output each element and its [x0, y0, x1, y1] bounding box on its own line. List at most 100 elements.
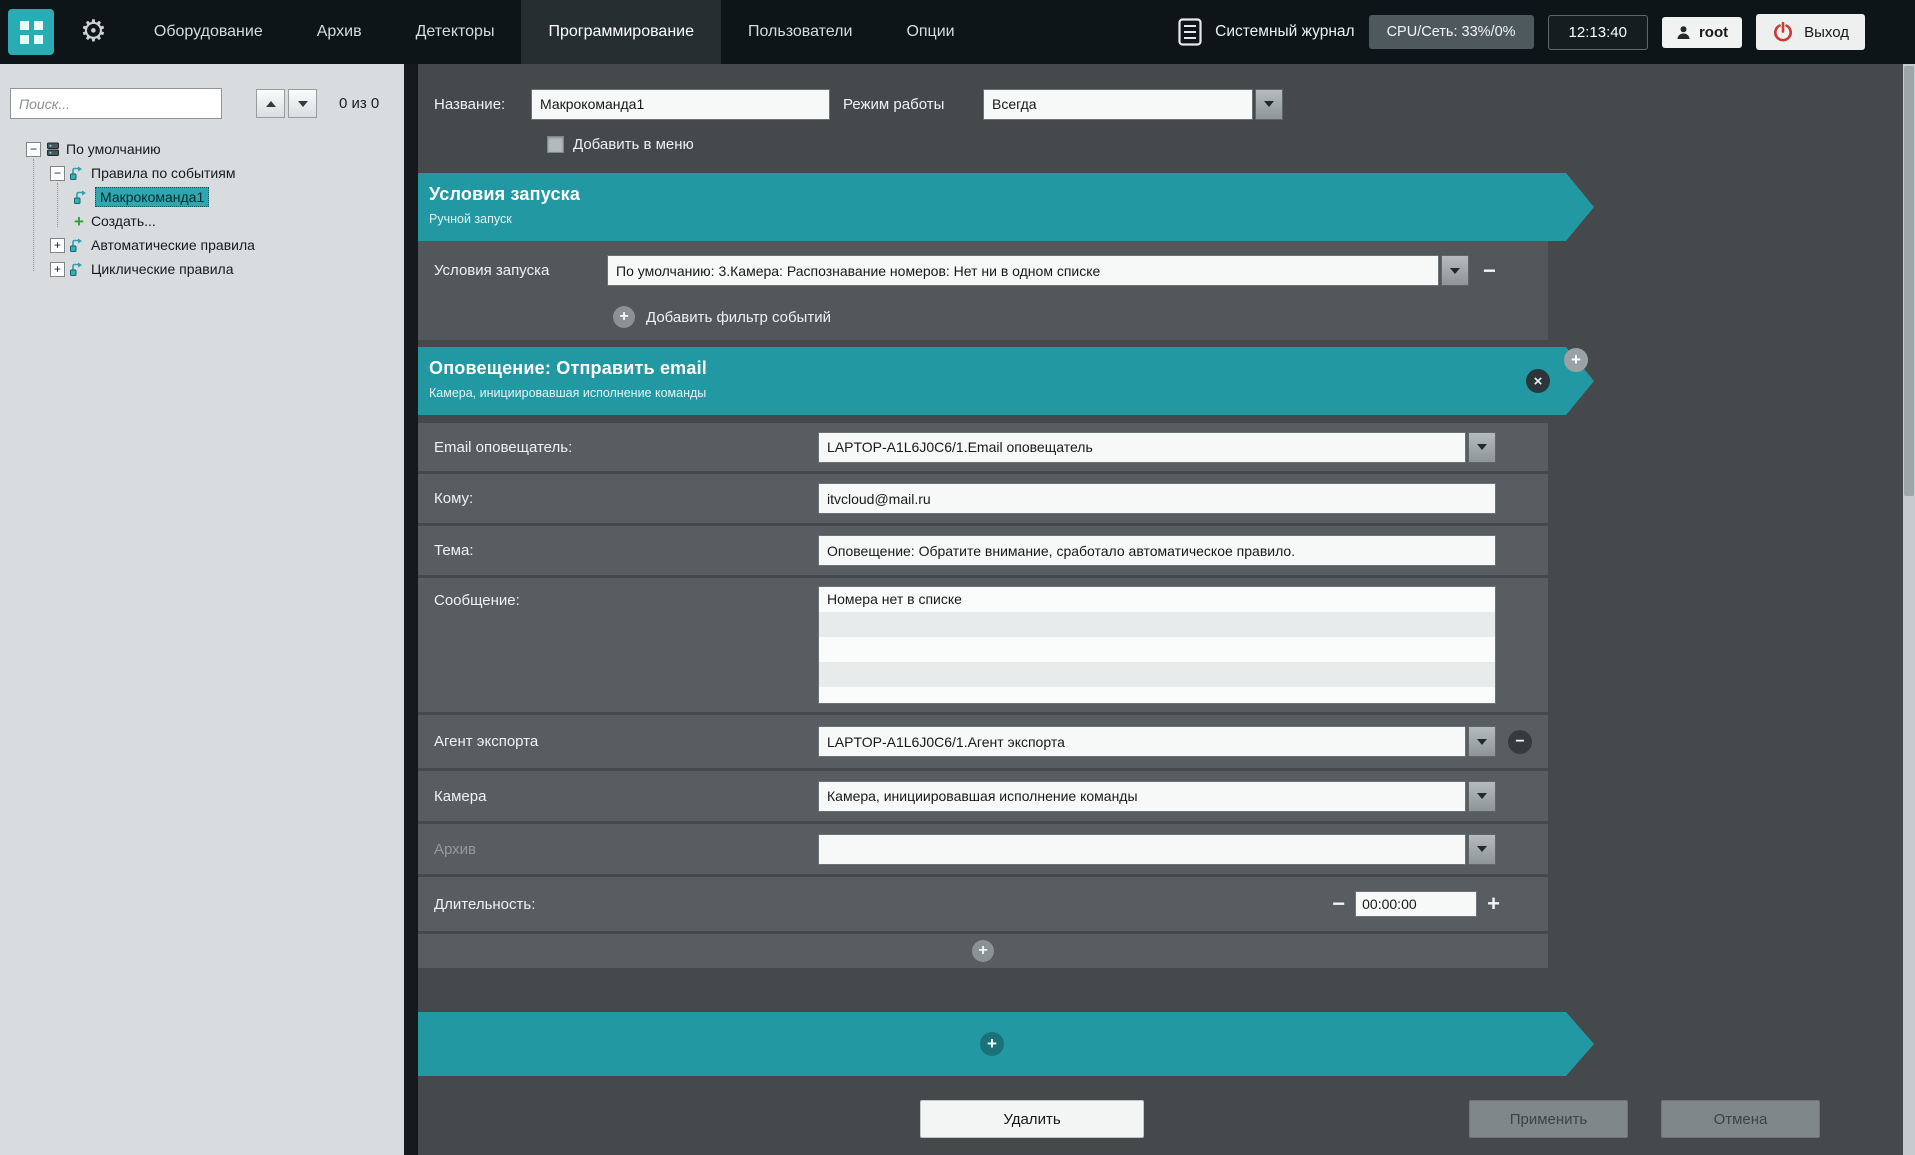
- logout-button[interactable]: Выход: [1756, 14, 1865, 50]
- chevron-down-icon: [1450, 268, 1460, 274]
- user-icon: [1676, 25, 1691, 40]
- macro-name-input[interactable]: [531, 89, 830, 120]
- export-agent-row: Агент экспорта LAPTOP-A1L6J0C6/1.Агент э…: [418, 715, 1548, 768]
- email-notifier-value[interactable]: LAPTOP-A1L6J0C6/1.Email оповещатель: [818, 432, 1466, 463]
- menu-item-programming[interactable]: Программирование: [521, 0, 721, 64]
- name-row: Название: Режим работы Всегда: [434, 88, 1903, 120]
- tree-item-label: По умолчанию: [66, 141, 161, 157]
- tree-item-label-selected: Макрокоманда1: [95, 187, 209, 207]
- tree-item-auto-rules[interactable]: + Автоматические правила: [0, 233, 404, 257]
- power-icon: [1772, 21, 1794, 43]
- menu-item-archive[interactable]: Архив: [290, 0, 389, 64]
- tree-item-create[interactable]: + Создать...: [0, 209, 404, 233]
- subject-input[interactable]: [818, 535, 1496, 566]
- mode-value[interactable]: Всегда: [983, 89, 1253, 120]
- chevron-down-icon: [298, 101, 308, 107]
- remove-export-agent-button[interactable]: −: [1508, 730, 1532, 754]
- cpu-net-indicator: CPU/Сеть: 33%/0%: [1369, 15, 1534, 49]
- duration-input[interactable]: [1355, 891, 1477, 917]
- scrollbar-thumb[interactable]: [1904, 66, 1914, 496]
- rule-icon: [70, 238, 85, 252]
- email-notifier-row: Email оповещатель: LAPTOP-A1L6J0C6/1.Ema…: [418, 423, 1548, 471]
- camera-dropdown[interactable]: Камера, инициировавшая исполнение команд…: [818, 781, 1496, 812]
- expand-icon[interactable]: +: [50, 262, 65, 277]
- add-to-menu-checkbox[interactable]: [547, 136, 564, 153]
- search-prev-button[interactable]: [256, 89, 285, 118]
- export-agent-dropdown[interactable]: LAPTOP-A1L6J0C6/1.Агент экспорта: [818, 726, 1496, 757]
- add-icon: +: [74, 213, 84, 230]
- user-badge[interactable]: root: [1662, 17, 1742, 48]
- condition-dropdown[interactable]: По умолчанию: 3.Камера: Распознавание но…: [607, 255, 1469, 286]
- duration-decrease-button[interactable]: −: [1332, 893, 1345, 915]
- chevron-down-icon: [1477, 846, 1487, 852]
- condition-value[interactable]: По умолчанию: 3.Камера: Распознавание но…: [607, 255, 1439, 286]
- top-bar: ⚙ Оборудование Архив Детекторы Программи…: [0, 0, 1915, 64]
- tree-item-server-default[interactable]: − По умолчанию: [0, 137, 404, 161]
- chevron-down-icon: [1264, 101, 1274, 107]
- delete-button[interactable]: Удалить: [920, 1100, 1144, 1138]
- search-nav: [256, 89, 317, 118]
- tree-item-macro1[interactable]: Макрокоманда1: [0, 185, 404, 209]
- apps-grid-icon[interactable]: [8, 9, 54, 55]
- start-conditions-panel: Условия запуска По умолчанию: 3.Камера: …: [418, 241, 1548, 340]
- expand-icon[interactable]: +: [50, 238, 65, 253]
- dropdown-button[interactable]: [1468, 432, 1496, 463]
- add-action-button[interactable]: +: [1564, 348, 1588, 372]
- rule-icon: [70, 262, 85, 276]
- archive-value[interactable]: [818, 834, 1466, 865]
- dropdown-button[interactable]: [1441, 255, 1469, 286]
- cancel-button[interactable]: Отмена: [1661, 1100, 1820, 1138]
- search-input[interactable]: [10, 88, 222, 119]
- search-next-button[interactable]: [288, 89, 317, 118]
- action-banner-wrap: Оповещение: Отправить email Камера, иниц…: [418, 347, 1618, 415]
- gear-icon[interactable]: ⚙: [80, 17, 107, 47]
- add-parameter-row: +: [418, 934, 1548, 968]
- name-label: Название:: [434, 96, 531, 113]
- menu-item-detectors[interactable]: Детекторы: [389, 0, 522, 64]
- journal-icon: [1178, 18, 1202, 46]
- dropdown-button[interactable]: [1468, 781, 1496, 812]
- menu-item-options[interactable]: Опции: [879, 0, 981, 64]
- camera-value[interactable]: Камера, инициировавшая исполнение команд…: [818, 781, 1466, 812]
- export-agent-value[interactable]: LAPTOP-A1L6J0C6/1.Агент экспорта: [818, 726, 1466, 757]
- collapse-icon[interactable]: −: [50, 166, 65, 181]
- mode-dropdown[interactable]: Всегда: [983, 89, 1283, 120]
- tree-item-event-rules[interactable]: − Правила по событиям: [0, 161, 404, 185]
- collapse-icon[interactable]: −: [26, 142, 41, 157]
- condition-label: Условия запуска: [434, 262, 607, 279]
- rules-tree: − По умолчанию − Правила по событиям: [0, 137, 404, 281]
- tree-item-label: Правила по событиям: [91, 165, 235, 181]
- to-label: Кому:: [434, 490, 818, 507]
- clock: 12:13:40: [1548, 15, 1648, 50]
- panel-divider: [404, 64, 418, 1155]
- email-notifier-dropdown[interactable]: LAPTOP-A1L6J0C6/1.Email оповещатель: [818, 432, 1496, 463]
- banner-title: Условия запуска: [429, 184, 1594, 205]
- menu-item-equipment[interactable]: Оборудование: [127, 0, 290, 64]
- dropdown-button[interactable]: [1255, 89, 1283, 120]
- search-row: 0 из 0: [10, 88, 394, 119]
- logout-label: Выход: [1804, 24, 1849, 41]
- to-input[interactable]: [818, 483, 1496, 514]
- system-log-button[interactable]: Системный журнал: [1178, 18, 1354, 46]
- apply-button[interactable]: Применить: [1469, 1100, 1628, 1138]
- add-to-menu-label: Добавить в меню: [573, 136, 694, 153]
- top-bar-right: Системный журнал CPU/Сеть: 33%/0% 12:13:…: [1178, 14, 1865, 50]
- add-new-action-button[interactable]: +: [980, 1032, 1004, 1056]
- rule-icon: [70, 166, 85, 180]
- archive-dropdown[interactable]: [818, 834, 1496, 865]
- message-textarea[interactable]: Номера нет в списке: [818, 586, 1496, 704]
- dropdown-button[interactable]: [1468, 834, 1496, 865]
- archive-label: Архив: [434, 841, 818, 858]
- plus-icon: +: [613, 306, 635, 328]
- duration-increase-button[interactable]: +: [1487, 893, 1500, 915]
- macro-editor: Название: Режим работы Всегда Добавить в…: [418, 64, 1903, 1155]
- vertical-scrollbar[interactable]: [1903, 64, 1915, 1155]
- add-parameter-button[interactable]: +: [972, 940, 994, 962]
- tree-item-cyclic-rules[interactable]: + Циклические правила: [0, 257, 404, 281]
- banner-subtitle: Камера, инициировавшая исполнение команд…: [429, 386, 1594, 400]
- add-event-filter-button[interactable]: + Добавить фильтр событий: [613, 306, 1548, 328]
- remove-condition-button[interactable]: −: [1483, 260, 1496, 282]
- dropdown-button[interactable]: [1468, 726, 1496, 757]
- menu-item-users[interactable]: Пользователи: [721, 0, 879, 64]
- close-action-button[interactable]: ×: [1526, 369, 1550, 393]
